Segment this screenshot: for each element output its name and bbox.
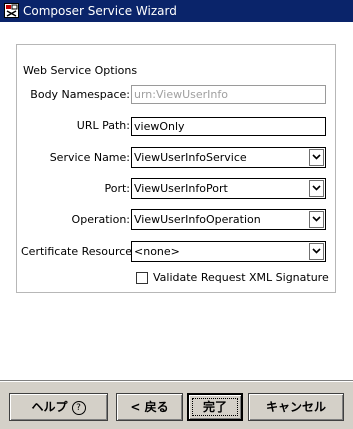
help-button[interactable]: ヘルプ? [9, 393, 108, 421]
help-button-label: ヘルプ [31, 400, 68, 414]
finish-button[interactable]: 完了 [187, 393, 243, 421]
back-button[interactable]: < 戻る [116, 393, 183, 421]
chevron-down-icon[interactable] [309, 149, 324, 166]
operation-value: ViewUserInfoOperation [134, 213, 261, 226]
service-name-value: ViewUserInfoService [134, 151, 247, 164]
validate-signature-label[interactable]: Validate Request XML Signature [153, 271, 329, 285]
service-name-label: Service Name: [49, 151, 130, 164]
group-legend: Web Service Options [22, 64, 139, 77]
button-bar-separator [0, 380, 353, 382]
body-namespace-label: Body Namespace: [30, 88, 130, 101]
certificate-resource-value: <none> [134, 245, 180, 258]
window-title: Composer Service Wizard [23, 4, 177, 18]
cancel-button[interactable]: キャンセル [248, 393, 344, 421]
operation-label: Operation: [71, 213, 130, 226]
url-path-field[interactable]: viewOnly [131, 117, 326, 136]
chevron-down-icon[interactable] [309, 243, 324, 260]
port-select[interactable]: ViewUserInfoPort [131, 178, 326, 199]
validate-signature-checkbox[interactable] [136, 272, 148, 284]
title-bar: Composer Service Wizard [0, 0, 353, 22]
cancel-button-label: キャンセル [265, 400, 326, 414]
app-icon [4, 3, 19, 18]
port-label: Port: [104, 182, 130, 195]
chevron-down-icon[interactable] [309, 211, 324, 228]
chevron-down-icon[interactable] [309, 180, 324, 197]
wizard-window: Composer Service Wizard Web Service Opti… [0, 0, 353, 429]
port-value: ViewUserInfoPort [134, 182, 228, 195]
back-button-label: < 戻る [130, 400, 169, 414]
body-namespace-field: urn:ViewUserInfo [131, 85, 326, 104]
certificate-resource-select[interactable]: <none> [131, 241, 326, 262]
url-path-label: URL Path: [76, 119, 130, 132]
service-name-select[interactable]: ViewUserInfoService [131, 147, 326, 168]
certificate-resource-label: Certificate Resource: [21, 245, 136, 258]
focus-ring [192, 398, 238, 416]
operation-select[interactable]: ViewUserInfoOperation [131, 209, 326, 230]
help-icon: ? [71, 401, 86, 415]
